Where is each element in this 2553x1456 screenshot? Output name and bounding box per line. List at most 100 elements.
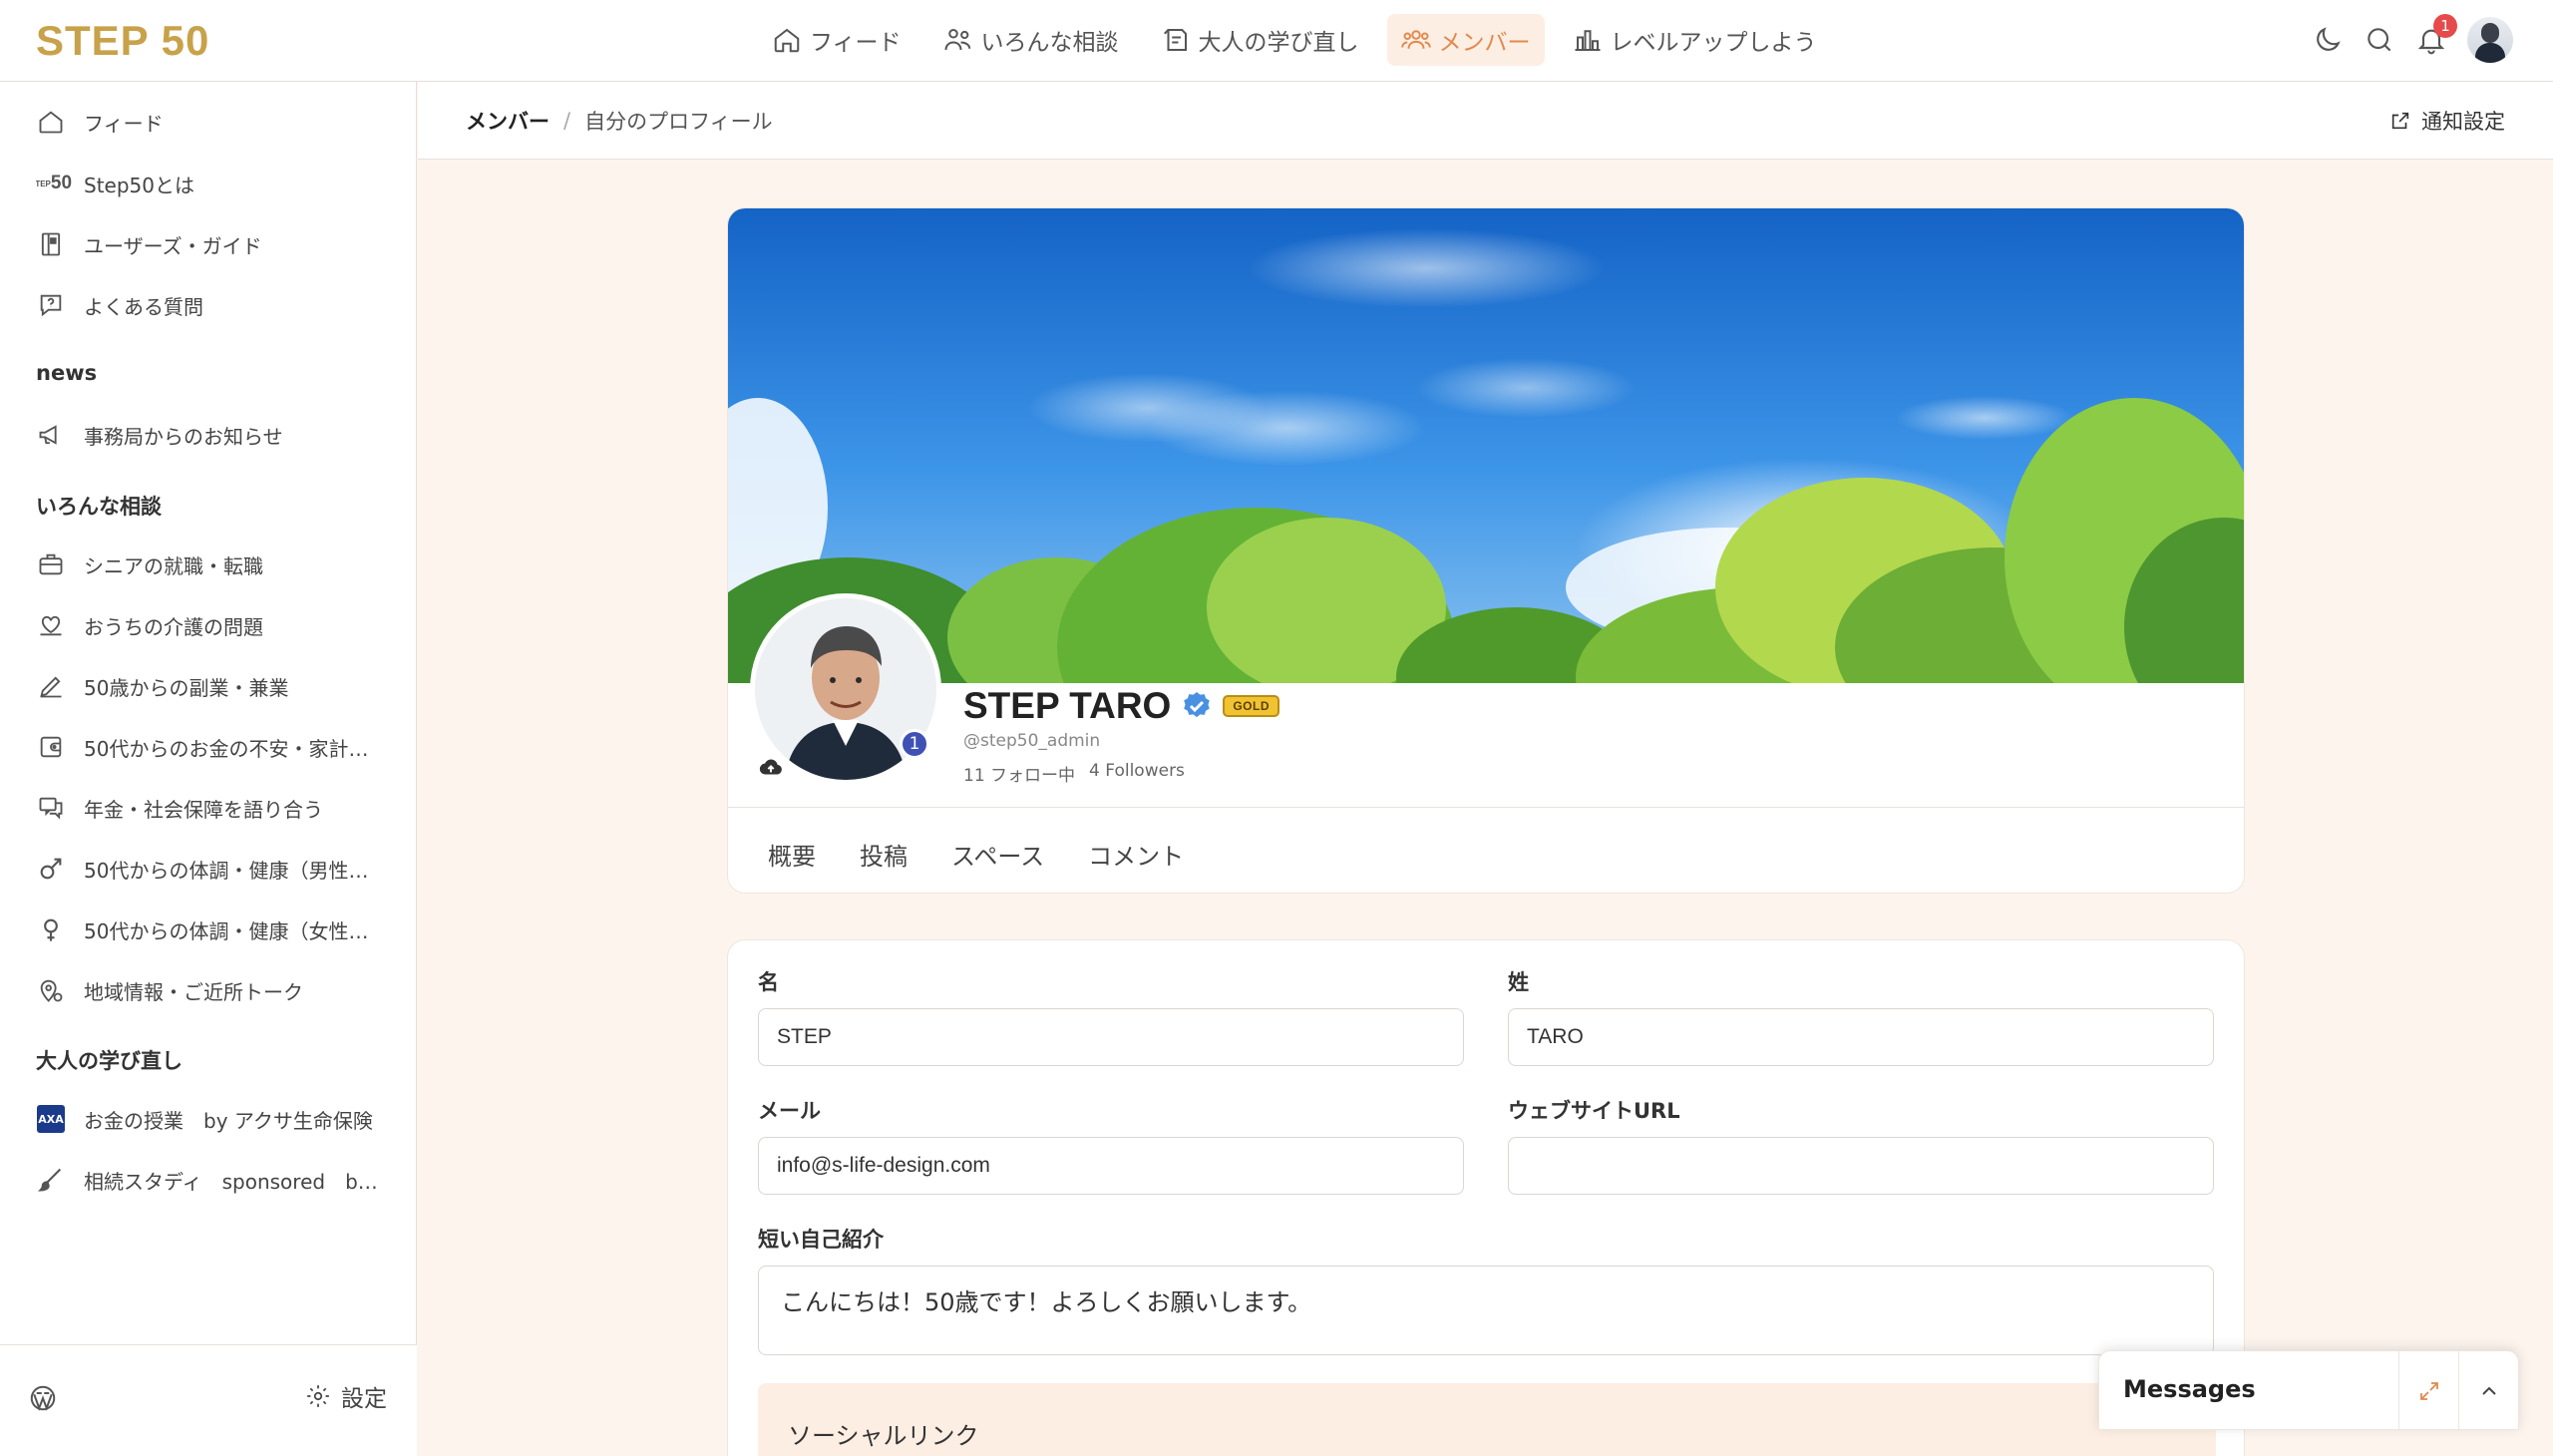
megaphone-icon [36,420,66,450]
cover-image[interactable] [728,208,2245,683]
sidebar-item-guide[interactable]: ユーザーズ・ガイド [36,224,395,264]
chevron-up-icon [2477,1379,2501,1403]
breadcrumb: メンバー / 自分のプロフィール [466,106,773,136]
settings-button[interactable]: 設定 [305,1379,387,1413]
membership-badge: GOLD [1223,695,1279,717]
notebook-icon [1161,25,1191,55]
care-heart-icon [36,610,66,640]
following-stat[interactable]: 11 フォロー中 [963,761,1075,786]
chart-icon [1573,25,1603,55]
wallet-icon [36,732,66,762]
wordpress-icon[interactable] [28,1383,58,1413]
tab-overview[interactable]: 概要 [768,837,816,872]
chat-icon [36,793,66,823]
profile-name: STEP TARO [963,685,1172,726]
sidebar-item-announcements[interactable]: 事務局からのお知らせ [36,415,395,455]
gear-icon [305,1383,331,1409]
female-icon [36,914,66,944]
sidebar-item-health-female[interactable]: 50代からの体調・健康（女性… [36,910,395,949]
sidebar-item-care[interactable]: おうちの介護の問題 [36,605,395,645]
messages-title[interactable]: Messages [2123,1375,2256,1403]
nav-members-label: メンバー [1438,30,1531,56]
sidebar-item-label: Step50とは [84,173,194,197]
bio-field[interactable]: こんにちは！50歳です！よろしくお願いします。 [758,1266,2214,1355]
sidebar-item-label: 事務局からのお知らせ [84,424,283,449]
tab-spaces[interactable]: スペース [951,837,1044,872]
collapse-button[interactable] [2458,1351,2518,1431]
nav-levelup-label: レベルアップしよう [1610,30,1817,56]
sidebar-item-about[interactable]: STEP50 Step50とは [36,164,395,203]
bio-label: 短い自己紹介 [758,1228,884,1252]
male-icon [36,854,66,884]
sidebar-item-label: よくある質問 [84,294,203,319]
search-icon[interactable] [2364,24,2395,56]
cloud-upload-icon[interactable] [758,755,784,781]
external-edit-icon [2389,110,2411,132]
question-bubble-icon [36,290,66,320]
nav-levelup[interactable]: レベルアップしよう [1559,14,1831,66]
home-icon [36,107,66,137]
home-icon [772,25,802,55]
last-name-label: 姓 [1508,970,1529,994]
expand-button[interactable] [2398,1351,2458,1431]
step50-logo[interactable]: STEP 50 [36,16,209,66]
brush-icon [36,1165,66,1195]
sidebar-item-label: 年金・社会保障を語り合う [84,797,323,822]
sidebar-item-label: 相続スタディ sponsored b… [84,1169,378,1194]
nav-feed[interactable]: フィード [758,14,915,66]
nav-members[interactable]: メンバー [1386,14,1545,66]
tab-posts[interactable]: 投稿 [860,837,908,872]
social-links-heading[interactable]: ソーシャルリンク [788,1416,979,1451]
sidebar-heading-learning: 大人の学び直し [36,1049,182,1073]
profile-form: 名 姓 メール ウェブサイトURL 短い自己紹介 こんにちは！50歳です！よろし… [727,939,2245,1456]
sidebar-item-label: 50代からの体調・健康（男性… [84,858,369,883]
sidebar-item-health-male[interactable]: 50代からの体調・健康（男性… [36,849,395,889]
dark-mode-icon[interactable] [2312,24,2344,56]
messages-dock: Messages [2098,1350,2519,1431]
sidebar-footer: 設定 [0,1344,417,1456]
axa-logo-icon: AXA [36,1104,66,1134]
nav-feed-label: フィード [810,30,902,56]
profile-tabs: 概要 投稿 スペース コメント [768,837,1184,872]
breadcrumb-current: 自分のプロフィール [584,110,773,134]
sidebar-heading-news: news [36,361,98,385]
sidebar-item-label: ユーザーズ・ガイド [84,233,262,258]
first-name-field[interactable] [758,1008,1464,1066]
breadcrumb-members[interactable]: メンバー [466,106,549,136]
guide-book-icon [36,229,66,259]
followers-stat[interactable]: 4 Followers [1089,761,1185,786]
sidebar-item-money[interactable]: 50代からのお金の不安・家計… [36,727,395,767]
bell-icon[interactable]: 1 [2415,14,2457,56]
sidebar-item-sidejob[interactable]: 50歳からの副業・兼業 [36,666,395,706]
sidebar: フィード STEP50 Step50とは ユーザーズ・ガイド よくある質問 ne… [0,82,417,1456]
notification-settings-button[interactable]: 通知設定 [2389,106,2505,136]
notification-settings-label: 通知設定 [2421,110,2505,134]
briefcase-icon [36,549,66,579]
sidebar-item-jobs[interactable]: シニアの就職・転職 [36,545,395,584]
nav-consult[interactable]: いろんな相談 [929,14,1133,66]
sidebar-item-label: 50歳からの副業・兼業 [84,675,289,700]
sidebar-item-inheritance[interactable]: 相続スタディ sponsored b… [36,1160,395,1200]
sidebar-item-faq[interactable]: よくある質問 [36,285,395,325]
email-field[interactable] [758,1137,1464,1195]
user-avatar[interactable] [2467,17,2513,63]
verified-badge-icon [1181,690,1213,722]
breadcrumb-separator: / [563,109,571,133]
pen-icon [36,671,66,701]
notification-badge: 1 [2433,14,2457,38]
sidebar-item-feed[interactable]: フィード [36,102,395,142]
location-icon [36,975,66,1005]
tab-comments[interactable]: コメント [1088,837,1184,872]
nav-learning[interactable]: 大人の学び直し [1147,14,1373,66]
sidebar-item-label: お金の授業 by アクサ生命保険 [84,1108,373,1133]
sidebar-item-money-class[interactable]: AXA お金の授業 by アクサ生命保険 [36,1099,395,1139]
sidebar-item-local[interactable]: 地域情報・ご近所トーク [36,970,395,1010]
last-name-field[interactable] [1508,1008,2214,1066]
website-field[interactable] [1508,1137,2214,1195]
sidebar-item-label: フィード [84,111,164,136]
tabs-divider [728,807,2244,808]
sidebar-item-pension[interactable]: 年金・社会保障を語り合う [36,788,395,828]
website-label: ウェブサイトURL [1508,1099,1680,1123]
sidebar-item-label: おうちの介護の問題 [84,614,263,639]
step50-logo-icon: STEP50 [36,173,73,193]
